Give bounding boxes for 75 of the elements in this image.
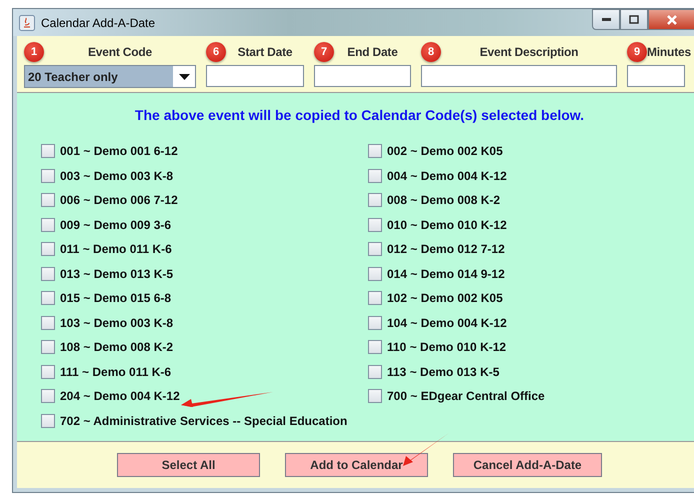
checkbox[interactable] bbox=[41, 242, 55, 256]
input-field[interactable] bbox=[627, 65, 685, 87]
checkbox[interactable] bbox=[41, 168, 55, 182]
checkbox[interactable] bbox=[41, 144, 55, 158]
checkbox[interactable] bbox=[41, 316, 55, 330]
input-field[interactable] bbox=[314, 65, 411, 87]
checkbox-label: 103 ~ Demo 003 K-8 bbox=[60, 316, 174, 330]
checkbox-label: 014 ~ Demo 014 9-12 bbox=[387, 266, 505, 280]
notice-text: The above event will be copied to Calendar Code(s) selected below. bbox=[134, 107, 586, 123]
checkbox[interactable] bbox=[368, 242, 382, 256]
java-icon bbox=[19, 14, 35, 30]
number-badge: 7 bbox=[314, 42, 334, 62]
checkbox[interactable] bbox=[368, 364, 382, 378]
checkbox-label: 204 ~ Demo 004 K-12 bbox=[60, 389, 180, 403]
input-field[interactable] bbox=[421, 65, 617, 87]
checkbox-label: 001 ~ Demo 001 6-12 bbox=[60, 144, 178, 158]
field-label: End Date bbox=[346, 45, 399, 59]
checkbox-label: 011 ~ Demo 011 K-6 bbox=[60, 242, 172, 256]
checkbox[interactable] bbox=[368, 266, 382, 280]
checkbox-label: 104 ~ Demo 004 K-12 bbox=[387, 316, 507, 330]
checkbox-label: 012 ~ Demo 012 7-12 bbox=[387, 242, 505, 256]
checkbox[interactable] bbox=[368, 316, 382, 330]
checkbox[interactable] bbox=[368, 193, 382, 207]
checkbox[interactable] bbox=[41, 291, 55, 305]
checkbox[interactable] bbox=[368, 168, 382, 182]
field-label: Event Code bbox=[86, 45, 153, 59]
caret-icon bbox=[178, 74, 190, 80]
action-button[interactable]: Cancel Add-A-Date bbox=[453, 453, 602, 477]
checkbox-label: 702 ~ Administrative Services -- Special Education bbox=[60, 414, 348, 428]
close-button[interactable] bbox=[648, 9, 694, 30]
checkbox[interactable] bbox=[368, 389, 382, 403]
window-title: Calendar Add-A-Date bbox=[41, 16, 156, 30]
checkbox-label: 003 ~ Demo 003 K-8 bbox=[60, 168, 174, 182]
checkbox[interactable] bbox=[41, 266, 55, 280]
checkbox-label: 008 ~ Demo 008 K-2 bbox=[387, 193, 500, 207]
arrow-annotation bbox=[403, 433, 449, 467]
field-label: Event Description bbox=[478, 45, 580, 59]
action-button[interactable]: Add to Calendar bbox=[285, 453, 428, 477]
checkbox-label: 111 ~ Demo 011 K-6 bbox=[60, 364, 172, 378]
number-badge: 8 bbox=[421, 42, 441, 62]
checkbox-label: 002 ~ Demo 002 K05 bbox=[387, 144, 503, 158]
field-label: Start Date bbox=[236, 45, 294, 59]
minimize-icon bbox=[602, 18, 610, 21]
checkbox-label: 113 ~ Demo 013 K-5 bbox=[387, 364, 500, 378]
checkbox-label: 009 ~ Demo 009 3-6 bbox=[60, 218, 172, 232]
checkbox-label: 102 ~ Demo 002 K05 bbox=[387, 291, 503, 305]
number-badge: 6 bbox=[206, 42, 226, 62]
checkbox[interactable] bbox=[41, 218, 55, 232]
checkbox[interactable] bbox=[368, 291, 382, 305]
checkbox[interactable] bbox=[368, 218, 382, 232]
input-field[interactable] bbox=[206, 65, 304, 87]
checkbox-label: 013 ~ Demo 013 K-5 bbox=[60, 266, 174, 280]
field-label: Minutes bbox=[647, 45, 691, 59]
checkbox[interactable] bbox=[368, 144, 382, 158]
checkbox-label: 108 ~ Demo 008 K-2 bbox=[60, 340, 174, 354]
checkbox[interactable] bbox=[41, 414, 55, 428]
minimize-button[interactable] bbox=[592, 9, 620, 30]
checkbox[interactable] bbox=[41, 193, 55, 207]
checkbox[interactable] bbox=[368, 340, 382, 354]
maximize-button[interactable] bbox=[620, 9, 648, 30]
number-badge: 9 bbox=[627, 42, 647, 62]
checkbox[interactable] bbox=[41, 340, 55, 354]
checkbox-label: 010 ~ Demo 010 K-12 bbox=[387, 218, 507, 232]
action-button[interactable]: Select All bbox=[117, 453, 260, 477]
checkbox[interactable] bbox=[41, 389, 55, 403]
checkbox-label: 700 ~ EDgear Central Office bbox=[387, 389, 545, 403]
close-icon bbox=[667, 14, 677, 24]
checkbox-label: 110 ~ Demo 010 K-12 bbox=[387, 340, 506, 354]
number-badge: 1 bbox=[24, 42, 44, 62]
maximize-icon bbox=[629, 15, 639, 24]
checkbox-label: 004 ~ Demo 004 K-12 bbox=[387, 168, 507, 182]
checkbox-label: 015 ~ Demo 015 6-8 bbox=[60, 291, 172, 305]
checkbox[interactable] bbox=[41, 364, 55, 378]
checkbox-label: 006 ~ Demo 006 7-12 bbox=[60, 193, 178, 207]
event-code-dropdown[interactable]: 20 Teacher only bbox=[24, 65, 196, 88]
